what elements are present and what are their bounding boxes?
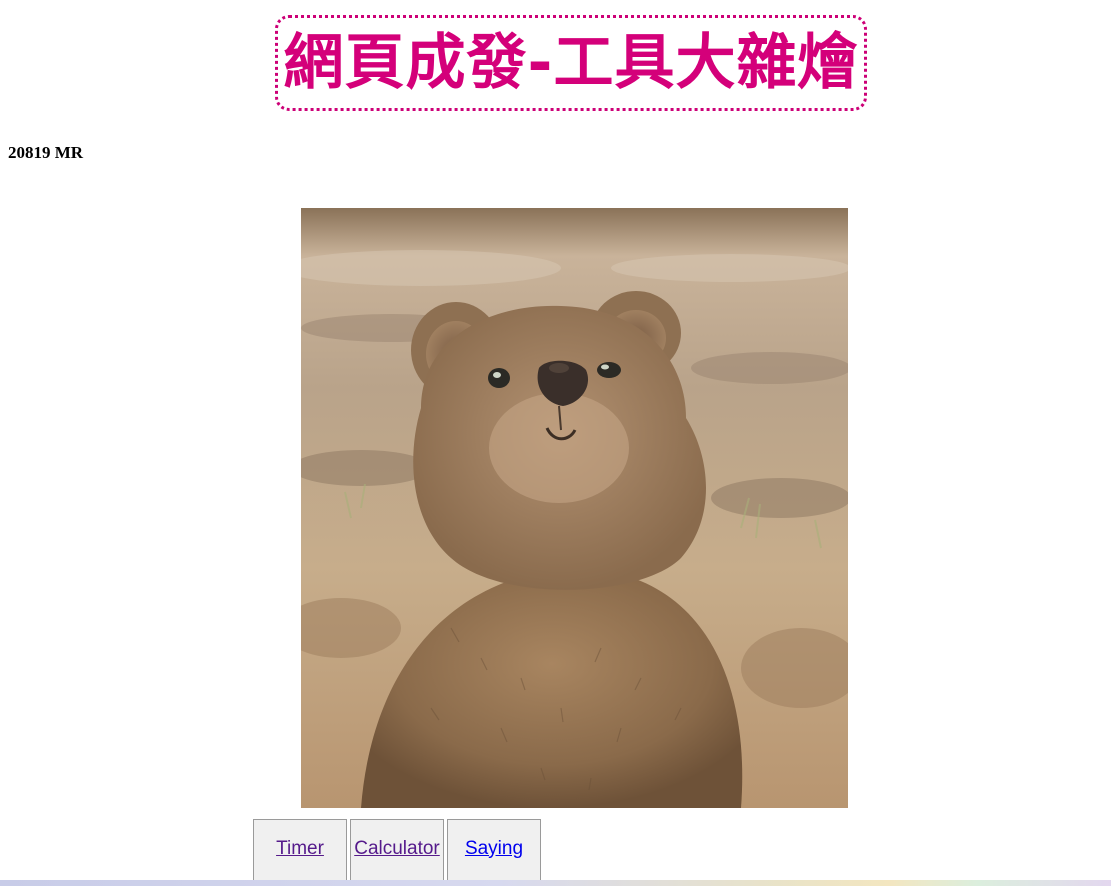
visitor-counter: 20819 MR — [8, 143, 84, 162]
page-title: 網頁成發-工具大雜燴 — [283, 28, 859, 98]
title-banner: 網頁成發-工具大雜燴 — [275, 15, 867, 111]
calculator-link[interactable]: Calculator — [354, 838, 440, 860]
saying-link[interactable]: Saying — [465, 838, 523, 860]
quokka-photo — [301, 208, 848, 808]
nav-tab-timer[interactable]: Timer — [253, 819, 347, 883]
bottom-edge-bar — [0, 880, 1111, 886]
nav-tab-saying[interactable]: Saying — [447, 819, 541, 883]
nav-tab-calculator[interactable]: Calculator — [350, 819, 444, 883]
nav-tabs: Timer Calculator Saying — [253, 819, 541, 883]
timer-link[interactable]: Timer — [276, 838, 324, 860]
